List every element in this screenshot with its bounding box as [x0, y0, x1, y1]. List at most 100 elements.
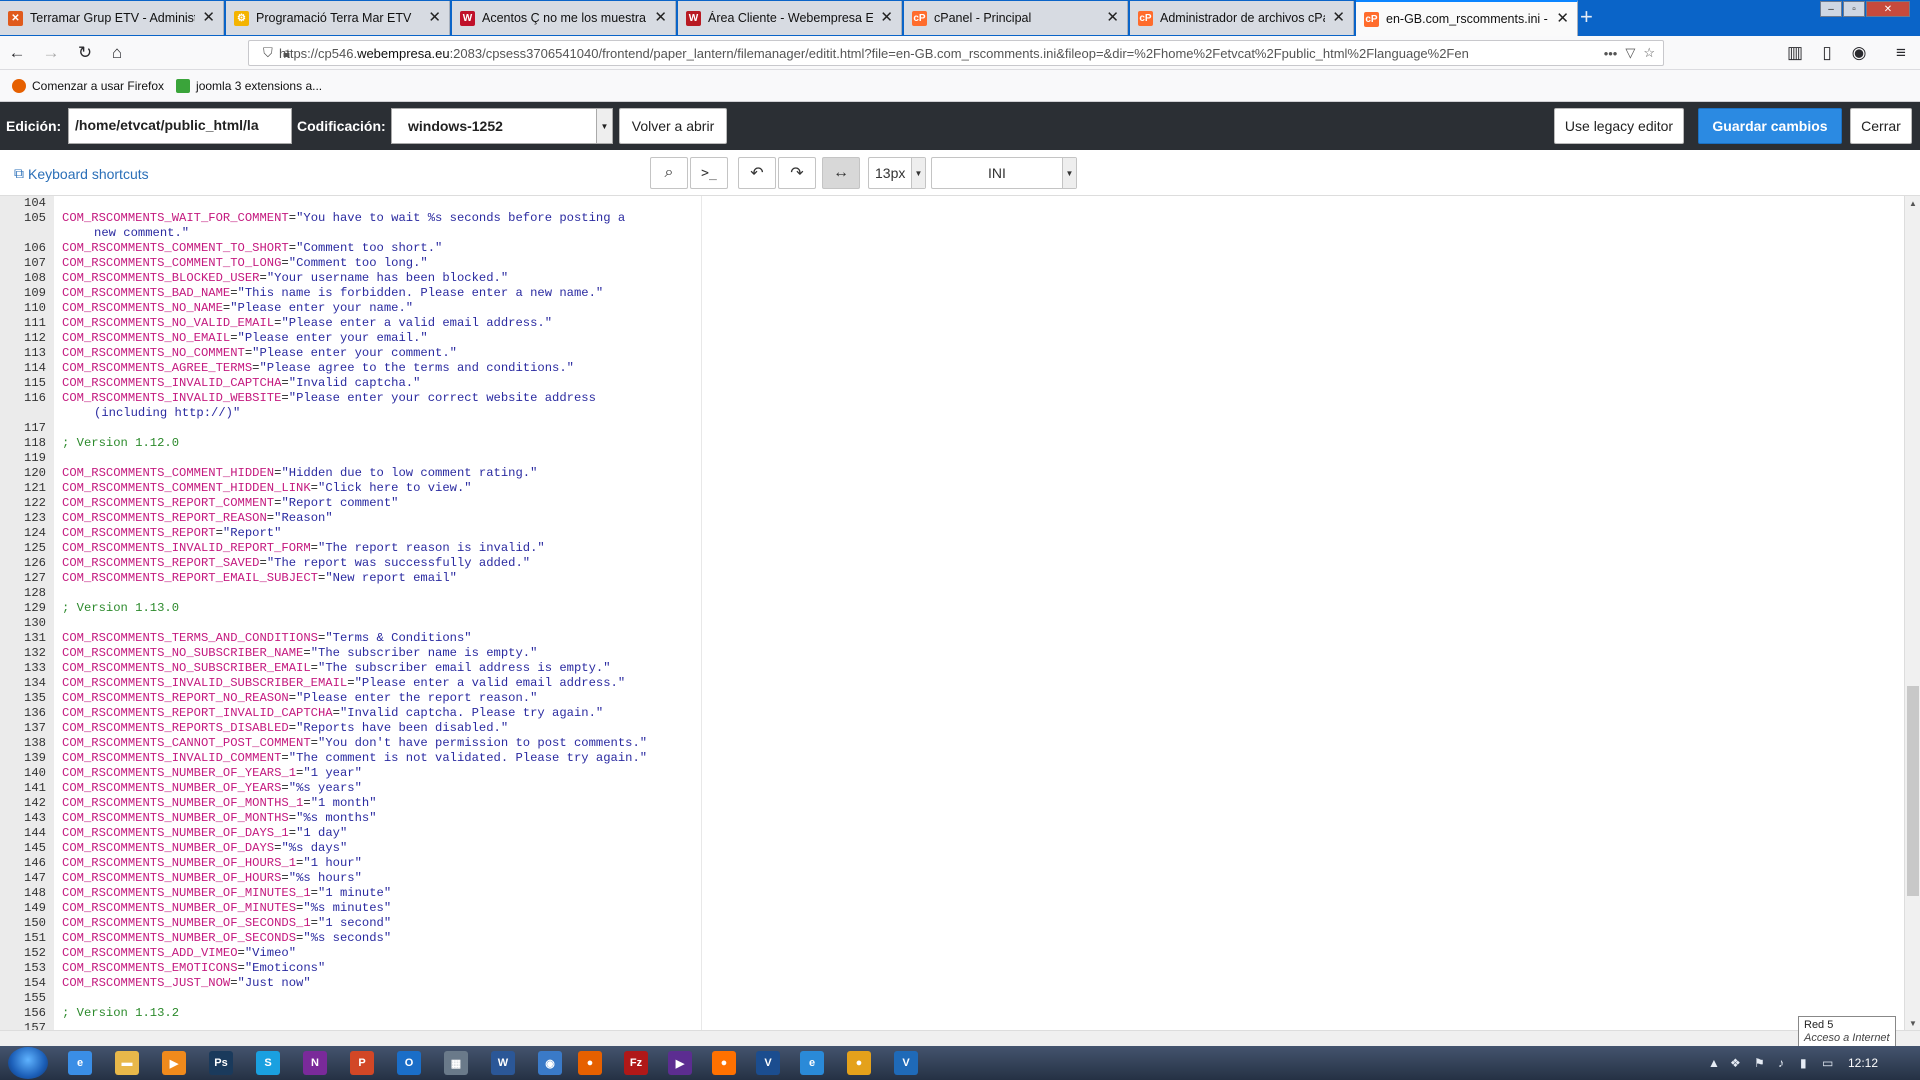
code-line[interactable]: 112 COM_RSCOMMENTS_NO_EMAIL="Please enter… [0, 331, 1900, 346]
pocket-icon[interactable]: ▽ [1625, 45, 1635, 61]
code-line[interactable]: 140 COM_RSCOMMENTS_NUMBER_OF_YEARS_1="1 y… [0, 766, 1900, 781]
line-content[interactable]: COM_RSCOMMENTS_REPORT_COMMENT="Report co… [46, 496, 746, 511]
line-content[interactable]: COM_RSCOMMENTS_BAD_NAME="This name is fo… [46, 286, 746, 301]
code-line[interactable]: 108 COM_RSCOMMENTS_BLOCKED_USER="Your use… [0, 271, 1900, 286]
redo-button[interactable]: ↷ [778, 157, 816, 189]
tray-expand-icon[interactable]: ▲ [1708, 1056, 1720, 1070]
line-content[interactable]: COM_RSCOMMENTS_NO_EMAIL="Please enter yo… [46, 331, 746, 346]
forward-arrow-icon[interactable]: → [40, 42, 62, 64]
line-content[interactable]: COM_RSCOMMENTS_REPORT_REASON="Reason" [46, 511, 746, 526]
line-content[interactable]: COM_RSCOMMENTS_INVALID_SUBSCRIBER_EMAIL=… [46, 676, 746, 691]
firefox-dev-icon[interactable]: ● [712, 1051, 736, 1075]
code-editor[interactable]: 104 105 COM_RSCOMMENTS_WAIT_FOR_COMMENT="… [0, 196, 1920, 1030]
code-line[interactable]: 131 COM_RSCOMMENTS_TERMS_AND_CONDITIONS="… [0, 631, 1900, 646]
scroll-up-icon[interactable]: ▲ [1905, 196, 1920, 210]
back-arrow-icon[interactable]: ← [6, 42, 28, 64]
bookmark-joomla[interactable]: joomla 3 extensions a... [176, 78, 322, 93]
line-content[interactable]: ; Version 1.12.0 [46, 436, 746, 451]
code-line[interactable]: 119 [0, 451, 1900, 466]
line-content[interactable]: COM_RSCOMMENTS_NO_VALID_EMAIL="Please en… [46, 316, 746, 331]
url-text[interactable]: https://cp546.webempresa.eu:2083/cpsess3… [279, 46, 1596, 61]
code-line[interactable]: 147 COM_RSCOMMENTS_NUMBER_OF_HOURS="%s ho… [0, 871, 1900, 886]
flag-icon[interactable]: ⚑ [1754, 1056, 1765, 1070]
line-content[interactable]: COM_RSCOMMENTS_COMMENT_TO_SHORT="Comment… [46, 241, 746, 256]
line-content[interactable]: COM_RSCOMMENTS_NUMBER_OF_MINUTES_1="1 mi… [46, 886, 746, 901]
code-line[interactable]: 113 COM_RSCOMMENTS_NO_COMMENT="Please ent… [0, 346, 1900, 361]
scroll-down-icon[interactable]: ▼ [1905, 1016, 1920, 1030]
save-changes-button[interactable]: Guardar cambios [1698, 108, 1842, 144]
line-content[interactable]: COM_RSCOMMENTS_NO_NAME="Please enter you… [46, 301, 746, 316]
line-content[interactable]: COM_RSCOMMENTS_NUMBER_OF_HOURS_1="1 hour… [46, 856, 746, 871]
code-line[interactable]: 118 ; Version 1.12.0 [0, 436, 1900, 451]
horizontal-scrollbar[interactable] [0, 1030, 1920, 1046]
goto-line-button[interactable]: >_ [690, 157, 728, 189]
minimize-window-button[interactable]: – [1820, 1, 1842, 17]
dropbox-icon[interactable]: ❖ [1730, 1056, 1741, 1070]
bookmark-firefox[interactable]: Comenzar a usar Firefox [12, 78, 164, 93]
code-line[interactable]: 135 COM_RSCOMMENTS_REPORT_NO_REASON="Plea… [0, 691, 1900, 706]
filezilla-icon[interactable]: Fz [624, 1051, 648, 1075]
line-content[interactable]: COM_RSCOMMENTS_REPORT_INVALID_CAPTCHA="I… [46, 706, 746, 721]
line-content[interactable]: COM_RSCOMMENTS_COMMENT_HIDDEN_LINK="Clic… [46, 481, 746, 496]
line-content[interactable]: COM_RSCOMMENTS_INVALID_COMMENT="The comm… [46, 751, 746, 766]
code-line[interactable]: 120 COM_RSCOMMENTS_COMMENT_HIDDEN="Hidden… [0, 466, 1900, 481]
line-content[interactable]: COM_RSCOMMENTS_NUMBER_OF_HOURS="%s hours… [46, 871, 746, 886]
code-line[interactable]: 153 COM_RSCOMMENTS_EMOTICONS="Emoticons" [0, 961, 1900, 976]
onenote-icon[interactable]: N [303, 1051, 327, 1075]
page-actions-icon[interactable]: ••• [1604, 46, 1618, 61]
code-line[interactable]: 152 COM_RSCOMMENTS_ADD_VIMEO="Vimeo" [0, 946, 1900, 961]
line-content[interactable]: COM_RSCOMMENTS_WAIT_FOR_COMMENT="You hav… [46, 211, 746, 241]
close-tab-icon[interactable]: ✕ [1556, 11, 1569, 26]
close-window-button[interactable]: ✕ [1866, 1, 1910, 17]
code-line[interactable]: 134 COM_RSCOMMENTS_INVALID_SUBSCRIBER_EMA… [0, 676, 1900, 691]
line-content[interactable]: COM_RSCOMMENTS_REPORT_SAVED="The report … [46, 556, 746, 571]
close-tab-icon[interactable]: ✕ [1106, 10, 1119, 25]
line-content[interactable]: COM_RSCOMMENTS_INVALID_WEBSITE="Please e… [46, 391, 746, 421]
code-line[interactable]: 133 COM_RSCOMMENTS_NO_SUBSCRIBER_EMAIL="T… [0, 661, 1900, 676]
wrap-toggle-button[interactable]: ↔ [822, 157, 860, 189]
remote-icon[interactable]: ◉ [538, 1051, 562, 1075]
library-icon[interactable]: ▥ [1784, 42, 1806, 64]
code-line[interactable]: 115 COM_RSCOMMENTS_INVALID_CAPTCHA="Inval… [0, 376, 1900, 391]
code-lines[interactable]: 104 105 COM_RSCOMMENTS_WAIT_FOR_COMMENT="… [0, 196, 1900, 1030]
code-line[interactable]: 121 COM_RSCOMMENTS_COMMENT_HIDDEN_LINK="C… [0, 481, 1900, 496]
code-line[interactable]: 110 COM_RSCOMMENTS_NO_NAME="Please enter … [0, 301, 1900, 316]
browser-tab[interactable]: cP en-GB.com_rscomments.ini - A ✕ [1356, 0, 1578, 36]
line-content[interactable]: ; Version 1.13.0 [46, 601, 746, 616]
edge-icon[interactable]: e [800, 1051, 824, 1075]
vertical-scrollbar[interactable]: ▲ ▼ [1904, 196, 1920, 1030]
undo-button[interactable]: ↶ [738, 157, 776, 189]
word-icon[interactable]: W [491, 1051, 515, 1075]
browser-tab[interactable]: ⚙ Programació Terra Mar ETV ✕ [226, 1, 450, 35]
vstudio-icon[interactable]: V [756, 1051, 780, 1075]
line-content[interactable]: COM_RSCOMMENTS_NUMBER_OF_SECONDS_1="1 se… [46, 916, 746, 931]
encoding-select[interactable]: windows-1252 ▼ [391, 108, 613, 144]
line-content[interactable]: COM_RSCOMMENTS_NUMBER_OF_YEARS="%s years… [46, 781, 746, 796]
line-content[interactable]: COM_RSCOMMENTS_NUMBER_OF_MONTHS="%s mont… [46, 811, 746, 826]
reload-icon[interactable]: ↻ [74, 42, 96, 64]
code-line[interactable]: 111 COM_RSCOMMENTS_NO_VALID_EMAIL="Please… [0, 316, 1900, 331]
code-line[interactable]: 148 COM_RSCOMMENTS_NUMBER_OF_MINUTES_1="1… [0, 886, 1900, 901]
scrollbar-thumb[interactable] [1907, 686, 1919, 896]
code-line[interactable]: 151 COM_RSCOMMENTS_NUMBER_OF_SECONDS="%s … [0, 931, 1900, 946]
vs-code-icon[interactable]: V [894, 1051, 918, 1075]
bookmark-star-icon[interactable]: ☆ [1643, 45, 1655, 61]
code-line[interactable]: 146 COM_RSCOMMENTS_NUMBER_OF_HOURS_1="1 h… [0, 856, 1900, 871]
close-tab-icon[interactable]: ✕ [654, 10, 667, 25]
code-line[interactable]: 107 COM_RSCOMMENTS_COMMENT_TO_LONG="Comme… [0, 256, 1900, 271]
line-content[interactable]: COM_RSCOMMENTS_NO_SUBSCRIBER_EMAIL="The … [46, 661, 746, 676]
code-line[interactable]: 143 COM_RSCOMMENTS_NUMBER_OF_MONTHS="%s m… [0, 811, 1900, 826]
code-line[interactable]: 149 COM_RSCOMMENTS_NUMBER_OF_MINUTES="%s … [0, 901, 1900, 916]
maximize-window-button[interactable]: ▫ [1843, 1, 1865, 17]
line-content[interactable]: COM_RSCOMMENTS_ADD_VIMEO="Vimeo" [46, 946, 746, 961]
line-content[interactable] [46, 586, 746, 601]
code-line[interactable]: 106 COM_RSCOMMENTS_COMMENT_TO_SHORT="Comm… [0, 241, 1900, 256]
code-line[interactable]: 123 COM_RSCOMMENTS_REPORT_REASON="Reason" [0, 511, 1900, 526]
code-line[interactable]: 117 [0, 421, 1900, 436]
line-content[interactable]: COM_RSCOMMENTS_COMMENT_HIDDEN="Hidden du… [46, 466, 746, 481]
skype-icon[interactable]: S [256, 1051, 280, 1075]
code-line[interactable]: 126 COM_RSCOMMENTS_REPORT_SAVED="The repo… [0, 556, 1900, 571]
firefox-icon[interactable]: ● [578, 1051, 602, 1075]
code-line[interactable]: 141 COM_RSCOMMENTS_NUMBER_OF_YEARS="%s ye… [0, 781, 1900, 796]
code-line[interactable]: 132 COM_RSCOMMENTS_NO_SUBSCRIBER_NAME="Th… [0, 646, 1900, 661]
